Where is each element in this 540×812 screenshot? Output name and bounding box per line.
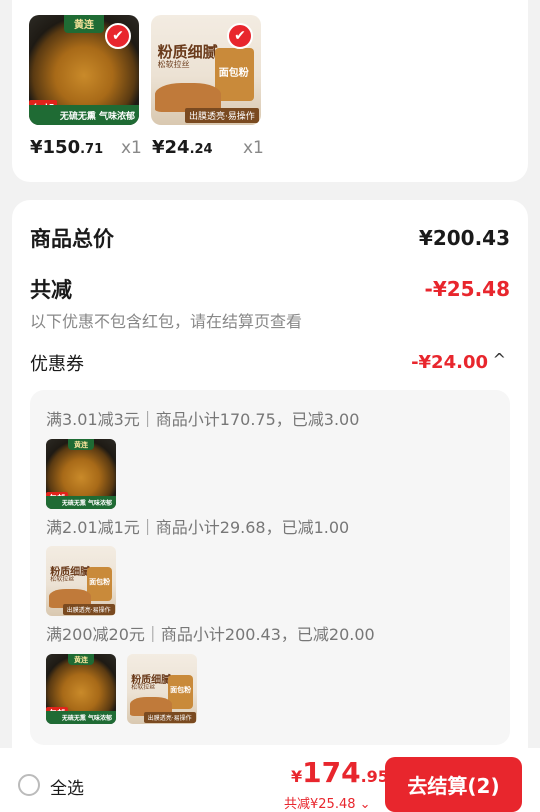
product-image-chicken[interactable]: 黄连 包邮 无硫无熏 气味浓郁 ✔: [29, 15, 139, 125]
coupon-rule-2: 满2.01减1元｜商品小计29.68，已减1.00: [46, 518, 350, 537]
total-label: 商品总价: [30, 227, 114, 251]
image-foot: 出膜透亮·易操作: [62, 603, 115, 615]
coupon-value[interactable]: -¥24.00: [411, 352, 488, 373]
coupon-label: 优惠券: [30, 354, 84, 375]
product-image-flour[interactable]: 粉质细腻 松软拉丝 面包粉 出膜透亮·易操作 ✔: [151, 15, 261, 125]
bag-label: 面包粉: [218, 67, 249, 79]
image-foot: 出膜透亮·易操作: [184, 107, 259, 123]
discount-label: 共减: [30, 278, 72, 302]
coupon-rule-1: 满3.01减3元｜商品小计170.75，已减3.00: [46, 410, 360, 429]
discount-value: -¥25.48: [424, 277, 510, 301]
image-band: 无硫无熏 气味浓郁: [29, 105, 139, 125]
coupon-product-image-flour: 粉质细腻 松软拉丝 面包粉 出膜透亮·易操作: [127, 654, 197, 724]
image-sub: 松软拉丝: [50, 576, 75, 583]
image-tag: 黄连: [64, 15, 104, 33]
select-all-radio[interactable]: [18, 774, 40, 796]
image-band: 无硫无熏 气味浓郁: [46, 496, 116, 509]
coupon-rule-3: 满200减20元｜商品小计200.43，已减20.00: [46, 625, 375, 644]
pay-amount: ¥174.95: [291, 756, 389, 789]
currency-symbol: ¥: [291, 767, 303, 786]
select-all-label[interactable]: 全选: [50, 774, 84, 799]
selected-check-icon[interactable]: ✔: [105, 23, 131, 49]
image-sub: 松软拉丝: [157, 60, 190, 69]
chevron-down-icon[interactable]: ⌄: [360, 797, 371, 812]
coupon-product-image-chicken: 黄连 包邮 无硫无熏 气味浓郁: [46, 654, 116, 724]
bag-label: 面包粉: [89, 578, 111, 587]
product-price-chicken: ¥150.71: [30, 137, 104, 158]
product-price-flour: ¥24.24: [152, 137, 213, 158]
product-qty-chicken: x1: [121, 138, 142, 158]
image-band: 无硫无熏 气味浓郁: [46, 711, 116, 724]
bag-label: 面包粉: [170, 686, 192, 695]
selected-check-icon[interactable]: ✔: [227, 23, 253, 49]
pay-int: 174: [302, 756, 361, 789]
coupon-product-image-chicken: 黄连 包邮 无硫无熏 气味浓郁: [46, 439, 116, 509]
chevron-up-icon[interactable]: ^: [493, 350, 506, 369]
coupon-product-image-flour: 粉质细腻 松软拉丝 面包粉 出膜透亮·易操作: [46, 546, 116, 616]
pay-discount-summary[interactable]: 共减¥25.48 ⌄: [284, 793, 371, 812]
total-value: ¥200.43: [418, 226, 510, 250]
checkout-button[interactable]: 去结算(2): [385, 757, 522, 812]
image-foot: 出膜透亮·易操作: [143, 711, 196, 723]
image-tag: 黄连: [68, 439, 94, 451]
image-tag: 黄连: [68, 654, 94, 666]
discount-note: 以下优惠不包含红包，请在结算页查看: [30, 312, 303, 331]
image-sub: 松软拉丝: [131, 684, 156, 691]
product-qty-flour: x1: [243, 138, 264, 158]
